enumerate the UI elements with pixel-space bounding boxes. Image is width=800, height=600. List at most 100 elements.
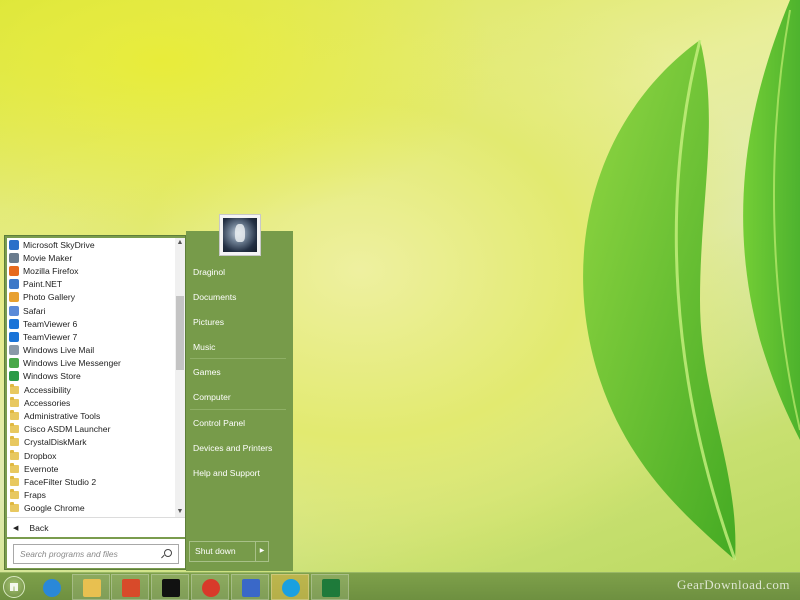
chrome-icon <box>202 579 220 597</box>
devices-printers-link[interactable]: Devices and Printers <box>189 437 289 459</box>
control-panel-link[interactable]: Control Panel <box>189 412 289 434</box>
music-link[interactable]: Music <box>189 336 289 358</box>
scroll-thumb[interactable] <box>176 296 184 370</box>
folder-icon <box>10 396 19 407</box>
back-arrow-icon: ◀ <box>13 524 19 532</box>
app-butterfly-icon <box>122 579 140 597</box>
taskbar-button[interactable] <box>111 574 149 600</box>
program-item[interactable]: Administrative Tools <box>7 409 175 422</box>
documents-link[interactable]: Documents <box>189 286 289 308</box>
program-item[interactable]: Safari <box>7 304 175 317</box>
paintnet-icon <box>9 279 19 290</box>
safari-icon <box>9 305 19 316</box>
program-item[interactable]: Accessories <box>7 396 175 409</box>
live-mail-icon <box>9 345 19 356</box>
folder-icon <box>10 383 19 394</box>
program-label: TeamViewer 6 <box>23 318 78 329</box>
program-item[interactable]: Mozilla Firefox <box>7 264 175 277</box>
games-link[interactable]: Games <box>189 361 289 383</box>
folder-icon <box>10 423 19 434</box>
programs-scrollbar[interactable]: ▲ ▼ <box>175 238 185 517</box>
program-item[interactable]: TeamViewer 6 <box>7 317 175 330</box>
program-item[interactable]: Windows Live Messenger <box>7 357 175 370</box>
folder-icon <box>10 502 19 513</box>
command-prompt-icon <box>162 579 180 597</box>
program-item[interactable]: Accessibility <box>7 383 175 396</box>
scroll-down-arrow-icon[interactable]: ▼ <box>175 507 185 517</box>
program-label: CrystalDiskMark <box>24 437 87 448</box>
back-button[interactable]: ◀ Back <box>7 517 185 537</box>
taskbar-button[interactable] <box>151 574 189 600</box>
file-explorer-icon <box>83 579 101 597</box>
photo-gallery-icon <box>9 292 19 303</box>
folder-icon <box>10 475 19 486</box>
computer-link[interactable]: Computer <box>189 386 289 408</box>
messenger-icon <box>9 358 19 369</box>
program-item[interactable]: Cisco ASDM Launcher <box>7 423 175 436</box>
folder-icon <box>10 410 19 421</box>
paint-brush-icon <box>242 579 260 597</box>
firefox-icon <box>9 265 19 276</box>
program-item[interactable]: TeamViewer 7 <box>7 330 175 343</box>
user-avatar[interactable] <box>219 214 261 256</box>
program-label: Safari <box>23 305 46 316</box>
avatar-picture <box>223 218 257 252</box>
program-item[interactable]: Evernote <box>7 462 175 475</box>
program-label: Fraps <box>24 490 46 501</box>
program-label: Google Chrome <box>24 503 85 514</box>
skydrive-icon <box>9 239 19 250</box>
help-support-link[interactable]: Help and Support <box>189 462 289 484</box>
program-label: Microsoft SkyDrive <box>23 239 95 250</box>
program-item[interactable]: Windows Store <box>7 370 175 383</box>
shutdown-button[interactable]: Shut down <box>189 541 256 562</box>
menu-separator <box>190 358 286 359</box>
taskbar-button[interactable] <box>311 574 349 600</box>
taskbar-button[interactable] <box>191 574 229 600</box>
search-icon[interactable] <box>164 549 172 557</box>
store-icon <box>9 371 19 382</box>
folder-icon <box>10 489 19 500</box>
program-label: Movie Maker <box>23 252 73 263</box>
movie-maker-icon <box>9 252 19 263</box>
taskbar-button[interactable] <box>72 574 110 600</box>
user-folder-link[interactable]: Draginol <box>189 261 289 283</box>
taskbar-button[interactable] <box>32 574 70 600</box>
all-programs-list: Microsoft SkyDrive Movie Maker Mozilla Fir… <box>7 238 185 517</box>
program-item[interactable]: Google Chrome <box>7 502 175 515</box>
shutdown-options-button[interactable]: ▶ <box>256 541 269 562</box>
start-menu-left-pane: Microsoft SkyDrive Movie Maker Mozilla Fir… <box>4 235 186 570</box>
program-label: TeamViewer 7 <box>23 331 78 342</box>
program-item[interactable]: Dropbox <box>7 449 175 462</box>
program-label: Windows Store <box>23 371 81 382</box>
program-item[interactable]: Windows Live Mail <box>7 344 175 357</box>
back-label: Back <box>29 522 49 533</box>
search-placeholder: Search programs and files <box>20 549 118 559</box>
program-label: Photo Gallery <box>23 292 76 303</box>
program-item[interactable]: FaceFilter Studio 2 <box>7 475 175 488</box>
pictures-link[interactable]: Pictures <box>189 311 289 333</box>
program-label: Paint.NET <box>23 279 63 290</box>
watermark-text: GearDownload.com <box>676 577 790 592</box>
program-label: Mozilla Firefox <box>23 265 79 276</box>
program-item[interactable]: Paint.NET <box>7 278 175 291</box>
program-item[interactable]: Photo Gallery <box>7 291 175 304</box>
teamviewer-icon <box>9 318 19 329</box>
program-item[interactable]: Movie Maker <box>7 251 175 264</box>
internet-explorer-icon <box>43 579 61 597</box>
program-item[interactable]: Fraps <box>7 489 175 502</box>
program-item[interactable]: Microsoft SkyDrive <box>7 238 175 251</box>
menu-separator <box>190 409 286 410</box>
excel-icon <box>322 579 340 597</box>
program-label: Evernote <box>24 463 59 474</box>
taskbar-button[interactable] <box>271 574 309 600</box>
taskbar-button[interactable] <box>231 574 269 600</box>
search-input[interactable]: Search programs and files <box>13 544 179 564</box>
program-label: Windows Live Mail <box>23 345 95 356</box>
program-label: Accessibility <box>24 384 71 395</box>
scroll-up-arrow-icon[interactable]: ▲ <box>175 238 185 248</box>
start-menu: Draginol Documents Pictures Music Games Compu… <box>4 214 293 571</box>
start-button[interactable] <box>3 576 25 598</box>
program-label: FaceFilter Studio 2 <box>24 476 97 487</box>
search-area: Search programs and files <box>7 539 185 568</box>
program-item[interactable]: CrystalDiskMark <box>7 436 175 449</box>
